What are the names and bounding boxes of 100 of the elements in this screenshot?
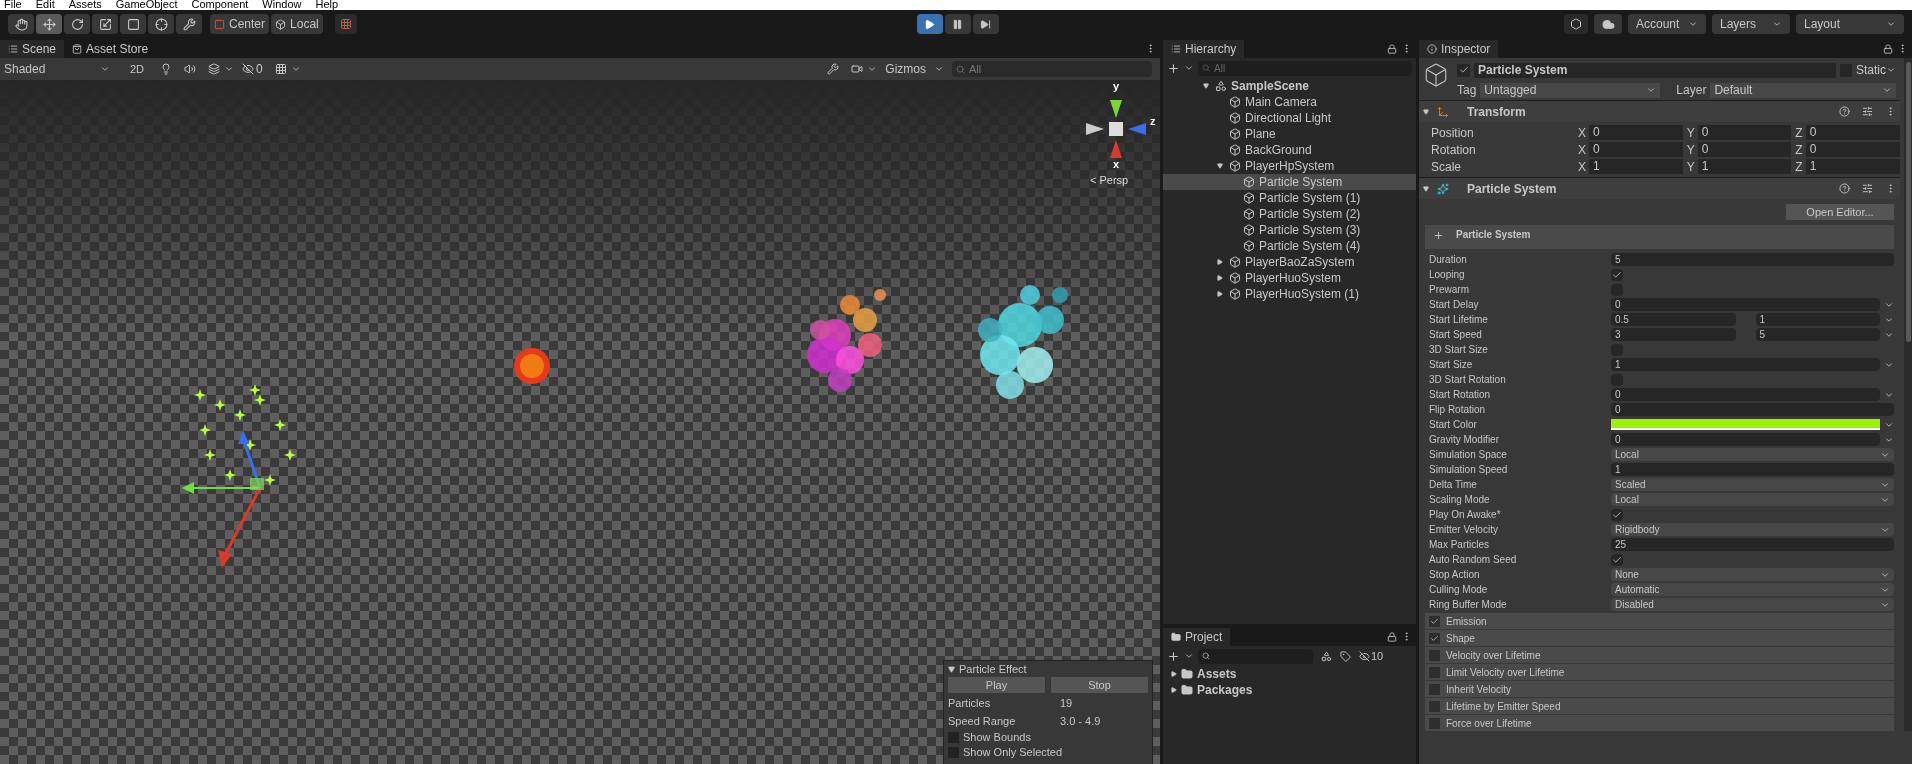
expand-arrow-icon[interactable] <box>1217 163 1223 169</box>
checkbox[interactable] <box>1429 615 1440 627</box>
account-dropdown[interactable]: Account <box>1628 14 1706 34</box>
scene-tab[interactable]: Scene <box>0 40 65 58</box>
dropdown[interactable]: None <box>1611 568 1894 581</box>
hierarchy-item[interactable]: PlayerHpSystem <box>1163 158 1416 174</box>
hand-tool-button[interactable] <box>8 14 34 34</box>
number-field[interactable]: 0 <box>1611 433 1880 446</box>
space-button[interactable]: Local <box>271 14 323 34</box>
module-header[interactable]: Emission <box>1425 613 1894 629</box>
hierarchy-item[interactable]: BackGround <box>1163 142 1416 158</box>
number-field[interactable]: 0 <box>1697 142 1792 157</box>
number-field[interactable]: 5 <box>1611 253 1894 266</box>
module-header[interactable]: Lifetime by Emitter Speed <box>1425 698 1894 714</box>
rotate-tool-button[interactable] <box>64 14 90 34</box>
hierarchy-item[interactable]: SampleScene <box>1163 78 1416 94</box>
shading-dropdown[interactable]: Shaded <box>0 60 118 78</box>
expand-arrow-icon[interactable] <box>1423 108 1429 115</box>
dropdown[interactable]: Local <box>1611 448 1894 461</box>
panel-tab[interactable]: Project <box>1163 628 1231 646</box>
number-field[interactable]: 0 <box>1805 125 1900 140</box>
module-header[interactable]: Velocity over Lifetime <box>1425 647 1894 663</box>
number-field[interactable]: 1 <box>1755 313 1880 326</box>
expand-arrow-icon[interactable] <box>1203 83 1209 89</box>
scrollbar[interactable] <box>1904 58 1912 731</box>
dropdown[interactable]: Rigidbody <box>1611 523 1894 536</box>
pause-button[interactable] <box>944 14 971 34</box>
checkbox[interactable] <box>1429 717 1440 729</box>
checkbox[interactable] <box>1611 508 1623 521</box>
pivot-button[interactable]: Center <box>210 14 270 34</box>
checkbox[interactable] <box>1429 649 1440 661</box>
dropdown[interactable]: Scaled <box>1611 478 1894 491</box>
checkbox[interactable] <box>1429 632 1440 644</box>
hierarchy-item[interactable]: PlayerBaoZaSystem <box>1163 254 1416 270</box>
project-folder[interactable]: Assets <box>1163 666 1416 682</box>
hierarchy-item[interactable]: PlayerHuoSystem <box>1163 270 1416 286</box>
checkbox[interactable] <box>1429 683 1440 695</box>
expand-arrow-icon[interactable] <box>1217 275 1223 281</box>
hierarchy-item[interactable]: Particle System (1) <box>1163 190 1416 206</box>
module-header[interactable]: Particle System <box>1425 225 1894 249</box>
number-field[interactable]: 1 <box>1589 159 1683 174</box>
expand-arrow-icon[interactable] <box>1171 671 1177 677</box>
hierarchy-item[interactable]: Particle System (2) <box>1163 206 1416 222</box>
panel-tab[interactable]: Hierarchy <box>1163 40 1245 58</box>
hierarchy-item[interactable]: Particle System (4) <box>1163 238 1416 254</box>
number-field[interactable]: 0 <box>1589 125 1683 140</box>
expand-arrow-icon[interactable] <box>1423 185 1429 192</box>
settings-button[interactable] <box>1564 14 1588 34</box>
number-field[interactable]: 0 <box>1611 403 1894 416</box>
expand-arrow-icon[interactable] <box>1217 259 1223 265</box>
number-field[interactable]: 0 <box>1611 298 1880 311</box>
effect-button[interactable]: Stop <box>1051 677 1148 693</box>
menu-item[interactable]: Help <box>315 0 339 10</box>
number-field[interactable]: 1 <box>1611 463 1894 476</box>
active-checkbox[interactable] <box>1457 63 1470 77</box>
hierarchy-item[interactable]: PlayerHuoSystem (1) <box>1163 286 1416 302</box>
static-dropdown[interactable]: Static <box>1856 61 1896 79</box>
menu-item[interactable]: Component <box>191 0 249 10</box>
2d-toggle[interactable]: 2D <box>122 60 153 78</box>
hidden-objects-button[interactable]: 0 <box>242 60 263 78</box>
cloud-button[interactable] <box>1594 14 1622 34</box>
layout-dropdown[interactable]: Layout <box>1796 14 1904 34</box>
number-field[interactable]: 25 <box>1611 538 1894 551</box>
expand-arrow-icon[interactable] <box>1217 291 1223 297</box>
hierarchy-item[interactable]: Directional Light <box>1163 110 1416 126</box>
module-header[interactable]: Shape <box>1425 630 1894 646</box>
expand-arrow-icon[interactable] <box>1171 687 1177 693</box>
gizmos-dropdown[interactable]: Gizmos <box>881 60 948 78</box>
checkbox[interactable] <box>1611 553 1623 566</box>
menu-item[interactable]: Window <box>262 0 302 10</box>
dropdown[interactable]: Local <box>1611 493 1894 506</box>
hidden-packages-button[interactable]: 10 <box>1359 647 1384 665</box>
project-folder[interactable]: Packages <box>1163 682 1416 698</box>
checkbox[interactable] <box>1429 700 1440 712</box>
hierarchy-item[interactable]: Particle System (3) <box>1163 222 1416 238</box>
number-field[interactable]: 1 <box>1697 159 1792 174</box>
transform-tool-button[interactable] <box>148 14 174 34</box>
dropdown[interactable]: Disabled <box>1611 598 1894 611</box>
component-header[interactable]: Particle System <box>1419 177 1900 199</box>
move-tool-button[interactable] <box>36 14 62 34</box>
hierarchy-item[interactable]: Main Camera <box>1163 94 1416 110</box>
hierarchy-item[interactable]: Particle System <box>1163 174 1416 190</box>
step-button[interactable] <box>972 14 999 34</box>
open-editor-button[interactable]: Open Editor... <box>1786 204 1894 220</box>
snap-button[interactable] <box>334 14 357 34</box>
module-header[interactable]: Inherit Velocity <box>1425 681 1894 697</box>
number-field[interactable]: 5 <box>1755 328 1880 341</box>
checkbox[interactable] <box>1611 268 1623 281</box>
tag-dropdown[interactable]: Untagged <box>1480 82 1661 98</box>
menu-item[interactable]: File <box>4 0 22 10</box>
layers-dropdown[interactable]: Layers <box>1712 14 1790 34</box>
module-header[interactable]: Limit Velocity over Lifetime <box>1425 664 1894 680</box>
layer-dropdown[interactable]: Default <box>1710 82 1896 98</box>
component-header[interactable]: Transform <box>1419 100 1900 122</box>
number-field[interactable]: 1 <box>1611 358 1880 371</box>
menu-item[interactable]: Assets <box>68 0 102 10</box>
scale-tool-button[interactable] <box>92 14 118 34</box>
number-field[interactable]: 0 <box>1805 142 1900 157</box>
number-field[interactable]: 0 <box>1697 125 1792 140</box>
project-search-field[interactable] <box>1198 648 1313 664</box>
